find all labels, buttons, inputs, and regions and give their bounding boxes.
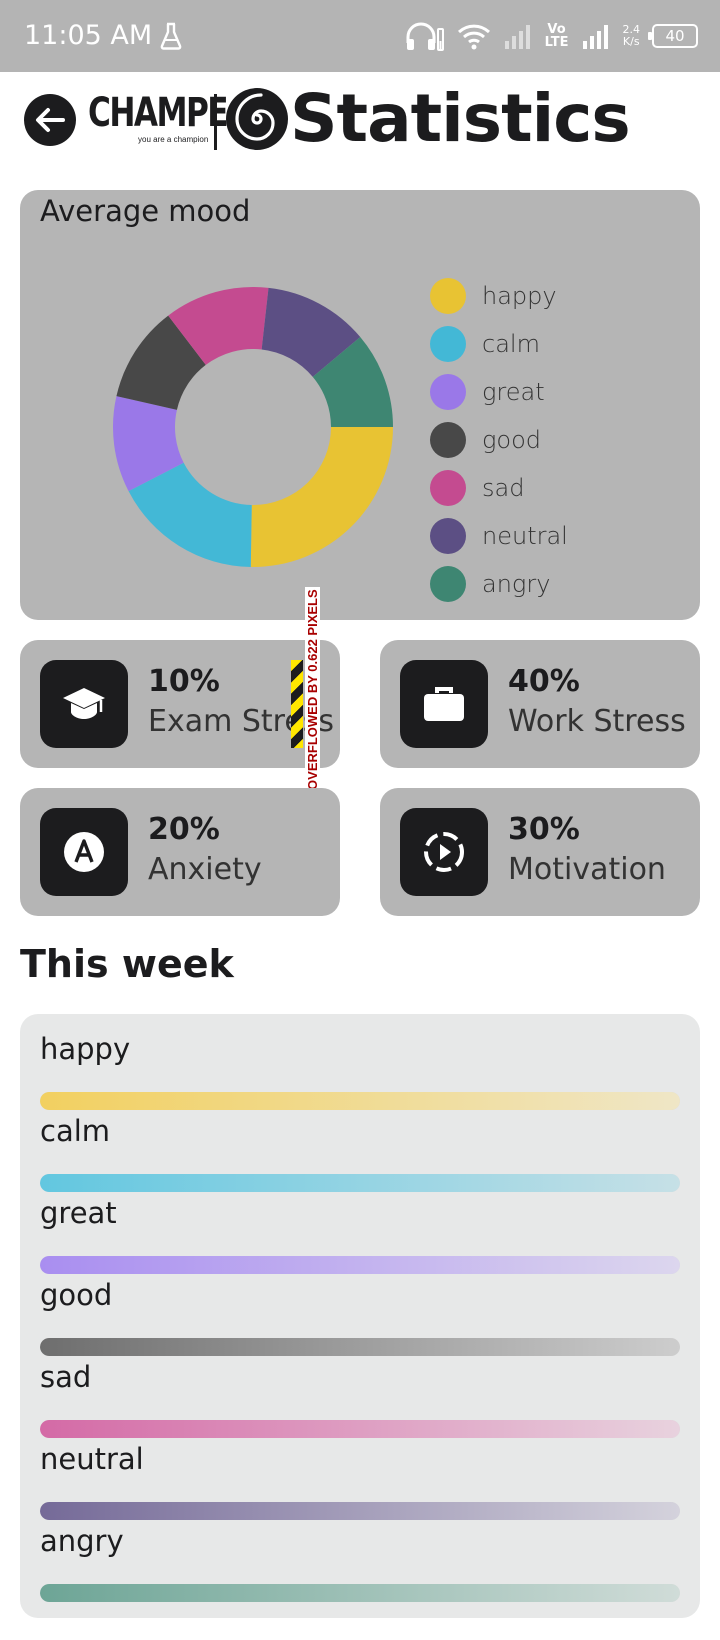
legend-item-neutral: neutral: [430, 512, 568, 560]
donut-slice-happy: [250, 427, 393, 567]
stat-percent: 10%: [148, 664, 220, 699]
legend-swatch: [430, 326, 466, 362]
status-bar: 11:05 AM Vo LTE 2.4 K/s 40: [0, 0, 720, 72]
legend-label: happy: [482, 282, 557, 310]
week-row-happy: happy: [40, 1020, 680, 1110]
stat-percent: 30%: [508, 812, 580, 847]
stat-label: Work Stress: [508, 704, 686, 739]
battery-level: 40: [665, 27, 685, 45]
mood-donut-chart: [112, 287, 393, 567]
week-label: happy: [40, 1032, 131, 1066]
week-label: calm: [40, 1114, 111, 1148]
legend-swatch: [430, 278, 466, 314]
signal-weak-icon: [504, 25, 530, 49]
logo-tagline: you are a champion: [138, 135, 209, 144]
legend-swatch: [430, 422, 466, 458]
wifi-icon: [457, 24, 490, 50]
week-label: neutral: [40, 1442, 144, 1476]
legend-label: sad: [482, 474, 525, 502]
legend-item-calm: calm: [430, 320, 568, 368]
week-label: sad: [40, 1360, 92, 1394]
week-label: angry: [40, 1524, 124, 1558]
legend-label: calm: [482, 330, 540, 358]
briefcase-icon: [400, 660, 488, 748]
play-circle-dashed-icon: [400, 808, 488, 896]
legend-item-great: great: [430, 368, 568, 416]
legend-swatch: [430, 518, 466, 554]
week-row-great: great: [40, 1184, 680, 1274]
battery-icon: 40: [648, 24, 698, 48]
legend-label: neutral: [482, 522, 568, 550]
week-row-calm: calm: [40, 1102, 680, 1192]
network-speed: 2.4 K/s: [623, 24, 641, 48]
week-row-good: good: [40, 1266, 680, 1356]
stat-percent: 40%: [508, 664, 580, 699]
legend-label: great: [482, 378, 545, 406]
page-title: Statistics: [290, 80, 631, 157]
logo-name: CHAMPE: [88, 90, 229, 136]
legend-item-angry: angry: [430, 560, 568, 608]
speed-unit: K/s: [622, 35, 640, 48]
volte-indicator: Vo LTE: [545, 23, 569, 49]
status-time: 11:05 AM: [24, 20, 153, 51]
week-row-neutral: neutral: [40, 1430, 680, 1520]
average-mood-title: Average mood: [40, 194, 251, 228]
stat-card-motivation[interactable]: 30% Motivation: [380, 788, 700, 916]
legend-swatch: [430, 470, 466, 506]
volte-bottom: LTE: [544, 35, 569, 50]
legend-item-good: good: [430, 416, 568, 464]
headphones-icon: [406, 22, 444, 51]
stat-label: Motivation: [508, 852, 666, 887]
graduation-cap-icon: [40, 660, 128, 748]
mood-legend: happy calm great good sad neutral angry: [430, 272, 568, 608]
week-progress-track: [40, 1584, 680, 1602]
legend-item-sad: sad: [430, 464, 568, 512]
legend-label: angry: [482, 570, 551, 598]
stat-label: Anxiety: [148, 852, 262, 887]
week-progress-fill: [40, 1584, 680, 1602]
week-row-sad: sad: [40, 1348, 680, 1438]
legend-item-happy: happy: [430, 272, 568, 320]
average-mood-card: Average mood happy calm great good sad neutra…: [20, 190, 700, 620]
legend-swatch: [430, 374, 466, 410]
arrow-left-icon: [36, 108, 65, 132]
overflow-warning-stripe: [291, 660, 303, 748]
spiral-logo-icon: [226, 88, 288, 150]
logo-divider: [214, 94, 217, 150]
week-label: good: [40, 1278, 113, 1312]
stat-card-work-stress[interactable]: 40% Work Stress: [380, 640, 700, 768]
stat-percent: 20%: [148, 812, 220, 847]
legend-swatch: [430, 566, 466, 602]
legend-label: good: [482, 426, 542, 454]
letter-a-circle-icon: [40, 808, 128, 896]
week-label: great: [40, 1196, 117, 1230]
this-week-card: happy calm great good sad neutral angry: [20, 1014, 700, 1618]
stat-card-anxiety[interactable]: 20% Anxiety: [20, 788, 340, 916]
this-week-title: This week: [20, 942, 234, 986]
champe-logo: CHAMPE you are a champion: [88, 90, 229, 150]
flask-icon: [160, 22, 182, 50]
signal-strong-icon: [582, 25, 608, 49]
back-button[interactable]: [24, 94, 76, 146]
week-row-angry: angry: [40, 1512, 680, 1602]
